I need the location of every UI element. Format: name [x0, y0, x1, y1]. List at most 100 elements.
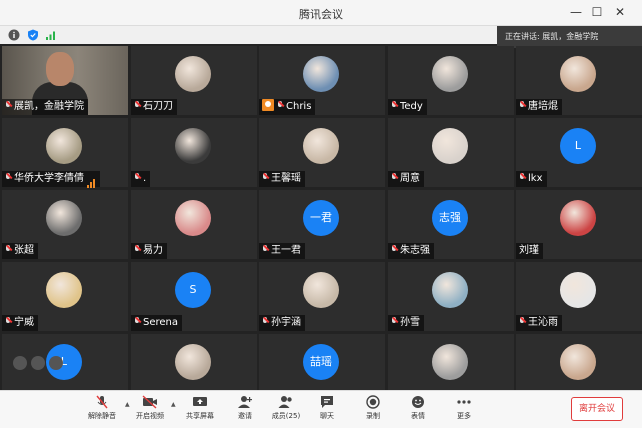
- participant-name: 唐培焜: [516, 99, 562, 115]
- participant-tile[interactable]: Llkx: [516, 118, 642, 187]
- floating-controls: [13, 356, 63, 378]
- unmute-button[interactable]: 解除静音: [82, 395, 122, 427]
- chat-icon: [321, 396, 333, 408]
- participant-tile[interactable]: Chris: [259, 46, 385, 115]
- participant-name: 孙雪: [388, 315, 424, 331]
- participant-tile[interactable]: 一君 王一君: [259, 190, 385, 259]
- mic-muted-icon: [96, 395, 108, 409]
- shield-icon[interactable]: [27, 29, 39, 41]
- audio-level-icon: [87, 172, 96, 188]
- participant-name-text: Serena: [143, 317, 179, 328]
- participant-name-text: 刘瑾: [519, 245, 539, 256]
- reactions-button[interactable]: 表情: [398, 395, 438, 427]
- start-video-button[interactable]: 开启视频: [130, 395, 170, 427]
- participant-tile[interactable]: 易力: [131, 190, 257, 259]
- host-icon: [262, 99, 274, 111]
- video-options-chevron-icon[interactable]: ▲: [171, 401, 176, 408]
- participant-avatar: [560, 344, 596, 380]
- participant-name-text: 王沁雨: [528, 317, 558, 328]
- participant-name: Serena: [131, 315, 183, 331]
- participant-name: .: [131, 171, 151, 187]
- participant-name: 王一君: [259, 243, 305, 259]
- participant-tile[interactable]: 周意: [388, 118, 514, 187]
- participant-tile[interactable]: 孙宇涵: [259, 262, 385, 331]
- participant-name: 宁威: [2, 315, 38, 331]
- participant-avatar: [46, 128, 82, 164]
- participant-avatar: [432, 56, 468, 92]
- mic-muted-icon: [262, 317, 269, 326]
- participant-tile[interactable]: 唐培焜: [516, 46, 642, 115]
- participant-tile[interactable]: 石刀刀: [131, 46, 257, 115]
- more-button[interactable]: 更多: [444, 395, 484, 427]
- record-button[interactable]: 录制: [353, 395, 393, 427]
- participant-avatar: 一君: [303, 200, 339, 236]
- participant-avatar: L: [560, 128, 596, 164]
- participant-tile[interactable]: 王馨瑶: [259, 118, 385, 187]
- participant-avatar: 喆瑶: [303, 344, 339, 380]
- participant-tile[interactable]: 刘瑾: [516, 190, 642, 259]
- audio-options-chevron-icon[interactable]: ▲: [125, 401, 130, 408]
- chat-bubble-icon[interactable]: [31, 356, 45, 370]
- participant-tile[interactable]: S Serena: [131, 262, 257, 331]
- participant-tile[interactable]: 王沁雨: [516, 262, 642, 331]
- participant-tile[interactable]: 展凯，金融学院: [2, 46, 128, 115]
- participant-tile[interactable]: 孙雪: [388, 262, 514, 331]
- participant-tile[interactable]: Tedy: [388, 46, 514, 115]
- mic-muted-icon: [134, 245, 141, 254]
- participant-name: 周意: [388, 171, 424, 187]
- participant-name: 易力: [131, 243, 167, 259]
- mic-muted-icon: [391, 317, 398, 326]
- members-button[interactable]: 成员(25): [266, 395, 306, 427]
- network-signal-icon[interactable]: [45, 29, 57, 41]
- participant-name-text: lkx: [528, 173, 543, 184]
- mic-muted-icon: [519, 173, 526, 182]
- mic-muted-icon: [391, 245, 398, 254]
- participant-avatar: [175, 56, 211, 92]
- participant-name-text: 王馨瑶: [271, 173, 301, 184]
- participant-name-text: 周意: [400, 173, 420, 184]
- participant-tile[interactable]: 华侨大学李倩倩: [2, 118, 128, 188]
- participant-name-text: 朱志强: [400, 245, 430, 256]
- invite-icon: [238, 396, 252, 408]
- participant-name-text: 王一君: [271, 245, 301, 256]
- participant-avatar: [303, 272, 339, 308]
- mic-muted-icon: [5, 101, 12, 110]
- share-screen-icon: [193, 397, 207, 406]
- participant-tile[interactable]: 张超: [2, 190, 128, 259]
- info-icon[interactable]: [8, 29, 20, 41]
- share-screen-button[interactable]: 共享屏幕: [180, 395, 220, 427]
- participant-name: 刘瑾: [516, 243, 543, 259]
- participant-grid: 展凯，金融学院 石刀刀 Chris Tedy 唐培焜华侨大学李倩倩. 王馨瑶 周意 Llkx 张…: [0, 46, 642, 403]
- participant-tile[interactable]: 宁威: [2, 262, 128, 331]
- participant-name-text: 展凯，金融学院: [14, 101, 84, 112]
- participant-tile[interactable]: .: [131, 118, 257, 187]
- mic-muted-icon: [519, 317, 526, 326]
- more-dots-icon: [457, 400, 471, 404]
- smile-icon: [412, 396, 424, 408]
- invite-button[interactable]: 邀请: [225, 395, 265, 427]
- participant-avatar: [46, 272, 82, 308]
- close-icon[interactable]: ✕: [612, 4, 628, 20]
- participant-avatar: [303, 128, 339, 164]
- mic-muted-icon: [5, 317, 12, 326]
- maximize-icon[interactable]: ☐: [589, 4, 605, 20]
- participant-tile[interactable]: 志强 朱志强: [388, 190, 514, 259]
- participant-avatar: [560, 200, 596, 236]
- minimize-icon[interactable]: —: [568, 4, 584, 20]
- collapse-icon[interactable]: [49, 356, 63, 370]
- participant-name: Chris: [259, 99, 316, 115]
- participant-name-text: Tedy: [400, 101, 423, 112]
- leave-meeting-button[interactable]: 离开会议: [571, 397, 623, 421]
- participant-avatar: [303, 56, 339, 92]
- mic-muted-icon: [262, 173, 269, 182]
- participant-name: 展凯，金融学院: [2, 99, 88, 115]
- participant-name: 王沁雨: [516, 315, 562, 331]
- mic-muted-icon: [134, 101, 141, 110]
- participant-name: 孙宇涵: [259, 315, 305, 331]
- members-icon: [278, 396, 292, 408]
- emoji-icon[interactable]: [13, 356, 27, 370]
- participant-avatar: 志强: [432, 200, 468, 236]
- title-bar: 腾讯会议 — ☐ ✕: [0, 0, 642, 26]
- participant-name-text: 孙宇涵: [271, 317, 301, 328]
- chat-button[interactable]: 聊天: [307, 395, 347, 427]
